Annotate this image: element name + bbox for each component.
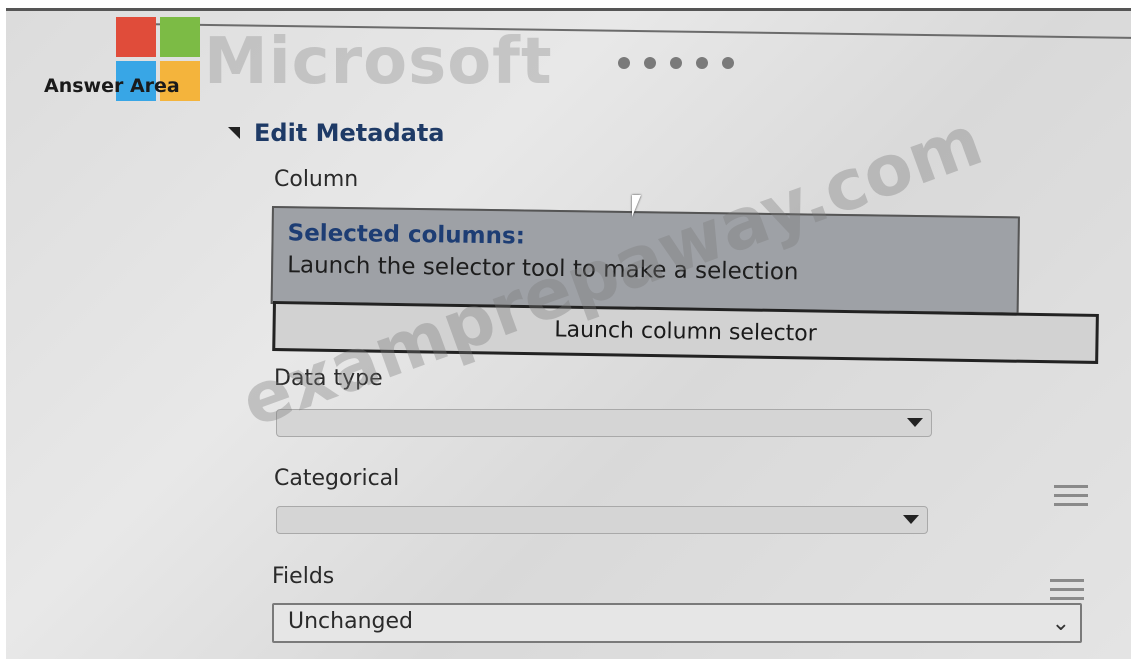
categorical-dropdown[interactable] (276, 506, 928, 534)
data-type-label: Data type (274, 366, 383, 391)
dot-icon (696, 57, 708, 69)
dropdown-arrow-icon (903, 515, 919, 524)
data-type-dropdown[interactable] (276, 409, 932, 437)
dot-icon (618, 57, 630, 69)
dropdown-arrow-icon (907, 418, 923, 427)
chevron-down-icon: ⌄ (1051, 611, 1070, 636)
selected-columns-title: Selected columns: (287, 220, 526, 250)
dot-icon (670, 57, 682, 69)
fields-label: Fields (272, 564, 335, 589)
categorical-label: Categorical (274, 466, 400, 491)
selected-columns-box: Selected columns: Launch the selector to… (270, 206, 1020, 315)
answer-area-frame: Microsoft Answer Area Edit Metadata Colu… (6, 8, 1131, 659)
edit-metadata-section-toggle[interactable]: Edit Metadata (228, 119, 445, 147)
mouse-cursor-icon (632, 195, 650, 217)
dot-icon (644, 57, 656, 69)
drag-handle-icon[interactable] (1054, 485, 1088, 512)
fields-dropdown[interactable]: Unchanged ⌄ (272, 603, 1082, 643)
logo-red-square (116, 17, 156, 57)
section-title: Edit Metadata (254, 119, 445, 147)
drag-handle-icon[interactable] (1050, 579, 1084, 606)
microsoft-wordmark: Microsoft (204, 25, 553, 99)
logo-green-square (160, 17, 200, 57)
selected-columns-text: Launch the selector tool to make a selec… (286, 252, 799, 286)
answer-area-label: Answer Area (44, 75, 180, 97)
collapse-triangle-icon (228, 127, 240, 139)
progress-dots (618, 57, 734, 69)
column-label: Column (274, 167, 359, 192)
dot-icon (722, 57, 734, 69)
fields-value: Unchanged (288, 609, 413, 634)
